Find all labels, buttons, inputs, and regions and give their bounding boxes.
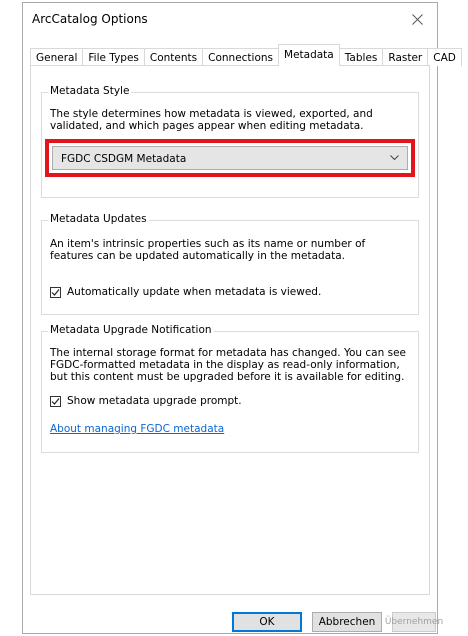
tab-general[interactable]: General <box>30 48 84 66</box>
cancel-button[interactable]: Abbrechen <box>312 612 382 632</box>
title-bar: ArcCatalog Options <box>23 3 437 35</box>
upgrade-prompt-option[interactable]: Show metadata upgrade prompt. <box>50 395 242 407</box>
tab-metadata[interactable]: Metadata <box>278 44 340 66</box>
tab-tables[interactable]: Tables <box>338 48 384 66</box>
apply-button[interactable]: Übernehmen <box>385 612 443 632</box>
metadata-updates-group: Metadata Updates An item's intrinsic pro… <box>41 213 419 315</box>
auto-update-label: Automatically update when metadata is vi… <box>67 286 322 298</box>
upgrade-notification-description: The internal storage format for metadata… <box>50 347 406 383</box>
checkmark-icon <box>51 397 60 405</box>
chevron-down-icon <box>390 155 399 161</box>
tab-contents[interactable]: Contents <box>143 48 204 66</box>
options-dialog: ArcCatalog Options General File Types Co… <box>22 2 462 634</box>
tab-cad[interactable]: CAD <box>427 48 462 66</box>
tab-file-types[interactable]: File Types <box>82 48 145 66</box>
upgrade-notification-label: Metadata Upgrade Notification <box>48 324 214 336</box>
fgdc-help-link[interactable]: About managing FGDC metadata <box>50 423 224 435</box>
upgrade-notification-group: Metadata Upgrade Notification The intern… <box>41 324 419 453</box>
metadata-style-select[interactable]: FGDC CSDGM Metadata <box>52 146 408 170</box>
close-icon <box>411 13 423 25</box>
upgrade-prompt-checkbox[interactable] <box>50 395 61 407</box>
close-button[interactable] <box>397 3 437 35</box>
ok-button[interactable]: OK <box>232 612 302 632</box>
tab-connections[interactable]: Connections <box>202 48 280 66</box>
dialog-title: ArcCatalog Options <box>32 12 148 26</box>
metadata-style-label: Metadata Style <box>48 85 132 97</box>
checkmark-icon <box>51 288 60 296</box>
tab-strip: General File Types Contents Connections … <box>30 44 462 66</box>
auto-update-checkbox[interactable] <box>50 286 61 298</box>
metadata-updates-description: An item's intrinsic properties such as i… <box>50 238 366 262</box>
metadata-style-value: FGDC CSDGM Metadata <box>61 153 187 165</box>
metadata-style-description: The style determines how metadata is vie… <box>50 108 373 132</box>
metadata-style-group: Metadata Style The style determines how … <box>41 85 419 198</box>
metadata-updates-label: Metadata Updates <box>48 213 149 225</box>
upgrade-prompt-label: Show metadata upgrade prompt. <box>67 395 242 407</box>
auto-update-option[interactable]: Automatically update when metadata is vi… <box>50 286 321 298</box>
metadata-tab-panel: Metadata Style The style determines how … <box>30 65 430 595</box>
tab-raster[interactable]: Raster <box>382 48 429 66</box>
